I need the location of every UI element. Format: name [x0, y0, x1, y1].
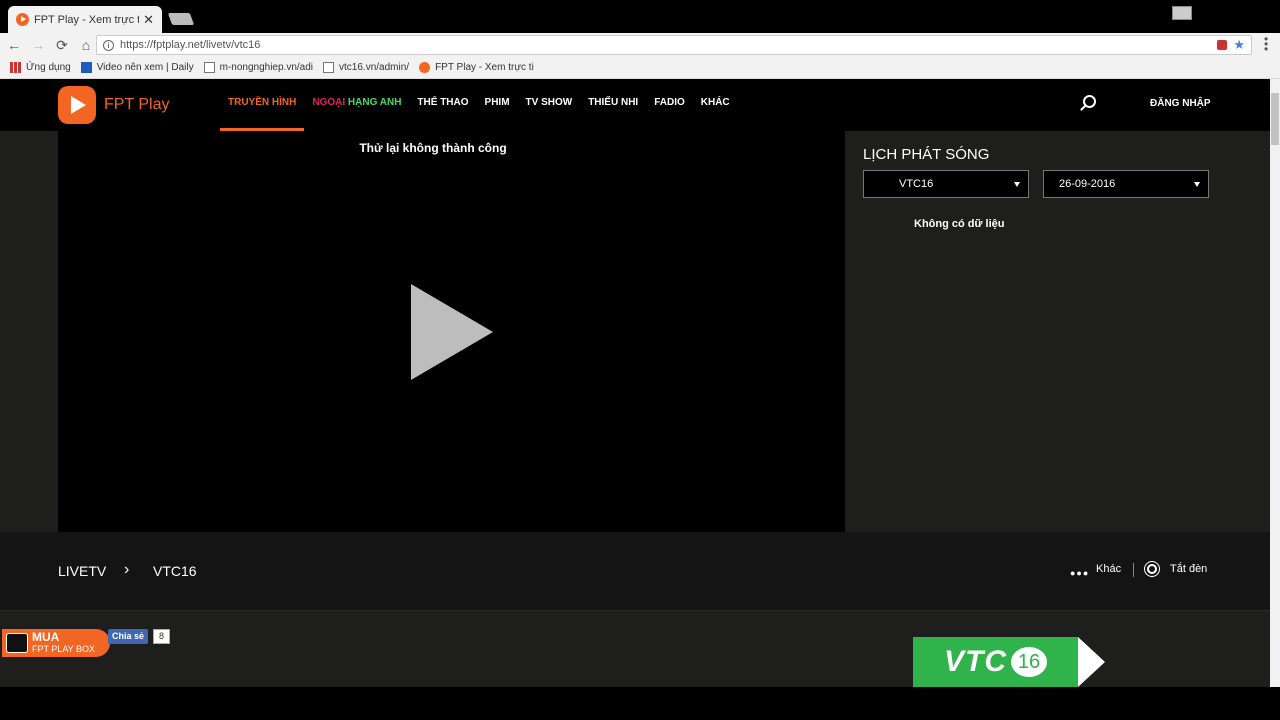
share-count: 8 [153, 629, 171, 644]
site-info-icon[interactable]: i [103, 39, 114, 51]
main-nav: TRUYỀN HÌNH NGOẠI HẠNG ANH THỂ THAO PHIM… [220, 79, 738, 131]
date-select[interactable]: 26-09-2016 [1043, 170, 1209, 198]
nav-fadio[interactable]: FADIO [646, 79, 693, 131]
doc-icon [323, 62, 335, 73]
search-icon[interactable] [1083, 95, 1096, 108]
date-select-value: 26-09-2016 [1059, 178, 1116, 190]
bookmark-label: m-nongnghiep.vn/adi [219, 62, 314, 73]
vtc16-logo: VTC 16 [913, 637, 1078, 687]
more-button[interactable]: Khác [1096, 563, 1121, 575]
vtc-arrow-icon [1078, 637, 1105, 687]
schedule-title: LỊCH PHÁT SÓNG [863, 146, 990, 163]
nav-tv-show[interactable]: TV SHOW [518, 79, 581, 131]
nav-truyen-hinh[interactable]: TRUYỀN HÌNH [220, 79, 305, 131]
home-icon[interactable]: ⌂ [76, 37, 96, 53]
breadcrumb-current: VTC16 [153, 563, 197, 579]
bookmark-label: FPT Play - Xem trực ti [435, 62, 534, 73]
nav-label-part1: NGOẠI [312, 97, 348, 108]
window-profile-icon[interactable] [1172, 6, 1192, 20]
site-header: FPT Play TRUYỀN HÌNH NGOẠI HẠNG ANH THỂ … [0, 79, 1270, 131]
bookmark-fptplay[interactable]: FPT Play - Xem trực ti [419, 62, 534, 73]
bookmark-apps[interactable]: Ứng dụng [10, 62, 71, 73]
new-tab-button[interactable] [167, 13, 195, 25]
nav-phim[interactable]: PHIM [477, 79, 518, 131]
light-bulb-icon[interactable] [1147, 564, 1157, 574]
tab-close-icon[interactable]: ✕ [143, 12, 154, 28]
lights-off-button[interactable]: Tắt đèn [1170, 563, 1207, 575]
mua-title: MUA [32, 630, 60, 644]
channel-select[interactable]: VTC16 [863, 170, 1029, 198]
fpt-favicon-icon [16, 13, 29, 26]
buy-fpt-play-box-badge[interactable]: MUA FPT PLAY BOX [2, 629, 110, 657]
nav-the-thao[interactable]: THỂ THAO [409, 79, 476, 131]
tab-title: FPT Play - Xem trực tiếp [34, 13, 139, 26]
bookmark-label: vtc16.vn/admin/ [339, 62, 410, 73]
doc-icon [203, 62, 215, 73]
bookmark-vtc16-admin[interactable]: vtc16.vn/admin/ [323, 62, 409, 73]
nav-label-part2: HẠNG ANH [347, 97, 402, 108]
facebook-share-button[interactable]: Chia sẻ [108, 629, 149, 644]
login-button[interactable]: ĐĂNG NHẬP [1150, 98, 1211, 109]
scrollbar-thumb[interactable] [1271, 93, 1279, 145]
page-scrollbar[interactable] [1270, 79, 1280, 687]
bookmark-label: Video nên xem | Daily [96, 62, 194, 73]
bookmarks-bar: Ứng dụng Video nên xem | Daily m-nongngh… [0, 57, 1280, 79]
nav-khac[interactable]: KHÁC [693, 79, 738, 131]
mua-subtitle: FPT PLAY BOX [32, 644, 96, 654]
player-status-text: Thử lại không thành công [359, 141, 507, 155]
bookmark-label: Ứng dụng [26, 62, 71, 73]
address-bar[interactable]: i https://fptplay.net/livetv/vtc16 ★ [96, 35, 1252, 55]
address-url[interactable]: https://fptplay.net/livetv/vtc16 [120, 39, 1217, 51]
browser-tab[interactable]: FPT Play - Xem trực tiếp ✕ [8, 6, 162, 33]
logo-text: FPT Play [104, 96, 170, 113]
forward-icon[interactable]: → [28, 37, 48, 53]
breadcrumb-livetv[interactable]: LIVETV [58, 563, 106, 579]
apps-icon [10, 62, 21, 73]
browser-menu-icon[interactable]: • • • [1264, 33, 1268, 55]
breadcrumb-bar: LIVETV › VTC16 ●●● Khác Tắt đèn [0, 532, 1270, 611]
schedule-empty-text: Không có dữ liệu [914, 218, 1005, 230]
tv-box-icon [6, 633, 28, 653]
bottom-band: MUA FPT PLAY BOX Chia sẻ 8 VTC 16 [0, 611, 1270, 687]
bookmark-video[interactable]: Video nên xem | Daily [80, 62, 194, 73]
fpt-play-logo[interactable]: FPT Play [58, 86, 170, 124]
nav-ngoai-hang-anh[interactable]: NGOẠI HẠNG ANH [304, 79, 409, 131]
bookmark-nongnghiep[interactable]: m-nongnghiep.vn/adi [203, 62, 314, 73]
bookmark-star-icon[interactable]: ★ [1233, 37, 1245, 53]
fpt-favicon-icon [419, 62, 431, 73]
vtc-logo-text: VTC [944, 645, 1007, 678]
chevron-down-icon [1194, 182, 1200, 187]
schedule-panel: LỊCH PHÁT SÓNG VTC16 26-09-2016 Không có… [845, 131, 1270, 532]
browser-toolbar: ← → ⟳ ⌂ i https://fptplay.net/livetv/vtc… [0, 33, 1280, 57]
breadcrumb-chevron-icon: › [124, 561, 130, 578]
nav-thieu-nhi[interactable]: THIẾU NHI [580, 79, 646, 131]
divider [1133, 563, 1134, 577]
page-bottom [0, 687, 1280, 720]
more-dots-icon[interactable]: ●●● [1070, 568, 1089, 578]
play-icon[interactable] [411, 284, 493, 380]
fpt-play-logo-icon [58, 86, 96, 124]
channel-select-value: VTC16 [899, 178, 934, 190]
extension-icon[interactable] [1217, 40, 1228, 50]
vtc-logo-number: 16 [1011, 647, 1047, 677]
reload-icon[interactable]: ⟳ [52, 37, 72, 54]
back-icon[interactable]: ← [4, 37, 24, 53]
video-icon [80, 62, 92, 73]
video-player[interactable]: Thử lại không thành công [58, 131, 845, 532]
chevron-down-icon [1014, 182, 1020, 187]
browser-tabbar: FPT Play - Xem trực tiếp ✕ [0, 0, 1280, 33]
